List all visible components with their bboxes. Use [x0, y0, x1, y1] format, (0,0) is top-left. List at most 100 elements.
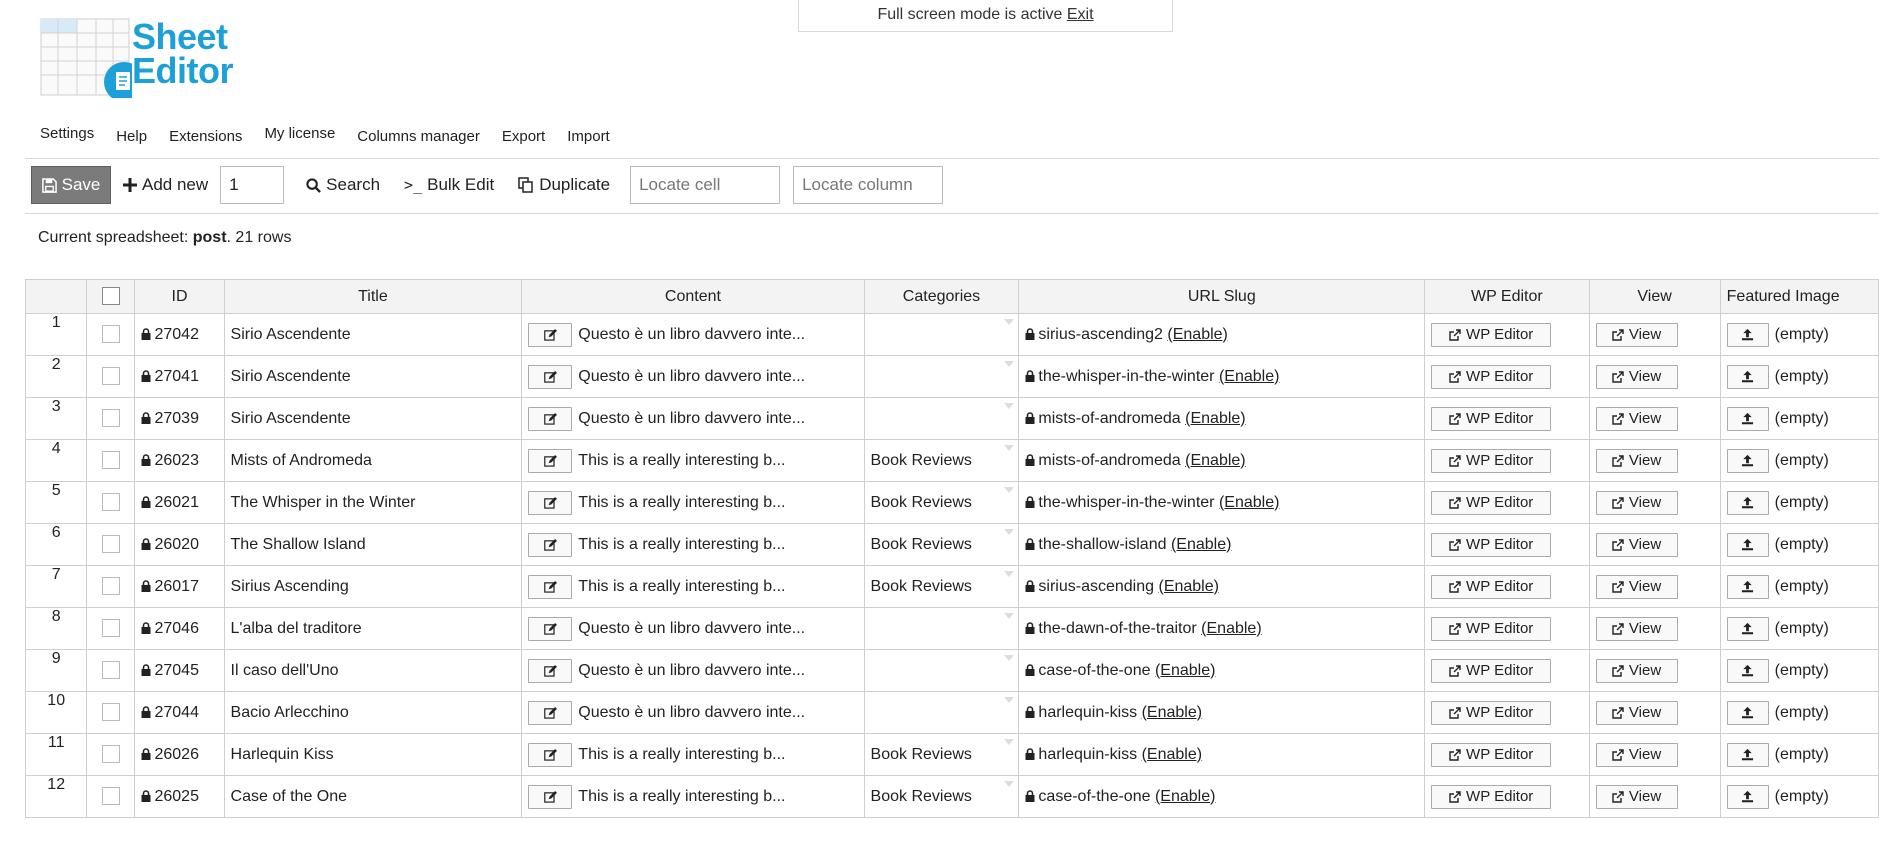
content-cell[interactable]: This is a really interesting b... [521, 733, 865, 776]
url-slug-cell[interactable]: sirius-ascending (Enable) [1018, 565, 1426, 608]
title-cell[interactable]: Sirio Ascendente [223, 313, 523, 356]
categories-cell[interactable] [863, 607, 1020, 650]
enable-slug-link[interactable]: (Enable) [1201, 620, 1261, 637]
row-checkbox[interactable] [101, 577, 120, 596]
categories-cell[interactable]: Book Reviews [863, 733, 1020, 776]
id-cell[interactable]: 27039 [134, 397, 225, 440]
dropdown-arrow-icon[interactable] [1004, 529, 1015, 535]
upload-image-button[interactable] [1726, 406, 1769, 431]
add-new-count-input[interactable] [220, 166, 285, 204]
dropdown-arrow-icon[interactable] [1004, 571, 1015, 577]
url-slug-cell[interactable]: the-shallow-island (Enable) [1018, 523, 1426, 566]
edit-content-button[interactable] [528, 364, 573, 389]
id-cell[interactable]: 27041 [134, 355, 225, 398]
categories-cell[interactable]: Book Reviews [863, 565, 1020, 608]
row-checkbox[interactable] [101, 745, 120, 764]
view-button[interactable]: View [1595, 448, 1678, 473]
url-slug-cell[interactable]: the-whisper-in-the-winter (Enable) [1018, 355, 1426, 398]
wp-editor-button[interactable]: WP Editor [1431, 700, 1552, 725]
view-button[interactable]: View [1595, 406, 1678, 431]
categories-cell[interactable] [863, 691, 1020, 734]
content-cell[interactable]: Questo è un libro davvero inte... [521, 607, 865, 650]
upload-image-button[interactable] [1726, 658, 1769, 683]
menu-extensions[interactable]: Extensions [169, 128, 242, 145]
title-cell[interactable]: Sirio Ascendente [223, 355, 523, 398]
url-slug-cell[interactable]: the-dawn-of-the-traitor (Enable) [1018, 607, 1426, 650]
content-cell[interactable]: Questo è un libro davvero inte... [521, 313, 865, 356]
menu-settings[interactable]: Settings [40, 125, 94, 142]
dropdown-arrow-icon[interactable] [1004, 445, 1015, 451]
id-cell[interactable]: 26023 [134, 439, 225, 482]
locate-cell-input[interactable] [630, 166, 781, 204]
enable-slug-link[interactable]: (Enable) [1155, 788, 1215, 805]
row-checkbox[interactable] [101, 367, 120, 386]
wp-editor-button[interactable]: WP Editor [1431, 658, 1552, 683]
view-button[interactable]: View [1595, 574, 1678, 599]
url-slug-cell[interactable]: sirius-ascending2 (Enable) [1018, 313, 1426, 356]
upload-image-button[interactable] [1726, 616, 1769, 641]
id-cell[interactable]: 26020 [134, 523, 225, 566]
enable-slug-link[interactable]: (Enable) [1142, 746, 1202, 763]
edit-content-button[interactable] [528, 658, 573, 683]
upload-image-button[interactable] [1726, 322, 1769, 347]
id-cell[interactable]: 26026 [134, 733, 225, 776]
id-cell[interactable]: 27044 [134, 691, 225, 734]
title-cell[interactable]: Il caso dell'Uno [223, 649, 523, 692]
row-checkbox[interactable] [101, 535, 120, 554]
edit-content-button[interactable] [528, 616, 573, 641]
categories-cell[interactable]: Book Reviews [863, 439, 1020, 482]
content-cell[interactable]: Questo è un libro davvero inte... [521, 649, 865, 692]
edit-content-button[interactable] [528, 322, 573, 347]
enable-slug-link[interactable]: (Enable) [1185, 410, 1245, 427]
upload-image-button[interactable] [1726, 574, 1769, 599]
view-button[interactable]: View [1595, 532, 1678, 557]
edit-content-button[interactable] [528, 490, 573, 515]
wp-editor-button[interactable]: WP Editor [1431, 406, 1552, 431]
content-cell[interactable]: This is a really interesting b... [521, 523, 865, 566]
categories-cell[interactable] [863, 649, 1020, 692]
url-slug-cell[interactable]: case-of-the-one (Enable) [1018, 649, 1426, 692]
categories-cell[interactable]: Book Reviews [863, 523, 1020, 566]
column-header-categories[interactable]: Categories [863, 279, 1020, 314]
url-slug-cell[interactable]: mists-of-andromeda (Enable) [1018, 397, 1426, 440]
view-button[interactable]: View [1595, 700, 1678, 725]
dropdown-arrow-icon[interactable] [1004, 361, 1015, 367]
id-cell[interactable]: 26021 [134, 481, 225, 524]
wp-editor-button[interactable]: WP Editor [1431, 784, 1552, 809]
enable-slug-link[interactable]: (Enable) [1219, 494, 1279, 511]
view-button[interactable]: View [1595, 742, 1678, 767]
url-slug-cell[interactable]: harlequin-kiss (Enable) [1018, 691, 1426, 734]
menu-export[interactable]: Export [502, 128, 545, 145]
view-button[interactable]: View [1595, 364, 1678, 389]
menu-help[interactable]: Help [116, 128, 147, 145]
wp-editor-button[interactable]: WP Editor [1431, 616, 1552, 641]
url-slug-cell[interactable]: mists-of-andromeda (Enable) [1018, 439, 1426, 482]
dropdown-arrow-icon[interactable] [1004, 319, 1015, 325]
column-header-url-slug[interactable]: URL Slug [1018, 279, 1426, 314]
menu-my-license[interactable]: My license [264, 125, 335, 142]
dropdown-arrow-icon[interactable] [1004, 403, 1015, 409]
content-cell[interactable]: This is a really interesting b... [521, 565, 865, 608]
wp-editor-button[interactable]: WP Editor [1431, 574, 1552, 599]
id-cell[interactable]: 27042 [134, 313, 225, 356]
column-header-wp-editor[interactable]: WP Editor [1424, 279, 1590, 314]
column-header-id[interactable]: ID [134, 279, 225, 314]
row-checkbox[interactable] [101, 619, 120, 638]
id-cell[interactable]: 27045 [134, 649, 225, 692]
wp-editor-button[interactable]: WP Editor [1431, 532, 1552, 557]
title-cell[interactable]: The Whisper in the Winter [223, 481, 523, 524]
bulk-edit-button[interactable]: >_ Bulk Edit [404, 175, 494, 195]
title-cell[interactable]: Sirius Ascending [223, 565, 523, 608]
content-cell[interactable]: Questo è un libro davvero inte... [521, 691, 865, 734]
row-checkbox[interactable] [101, 493, 120, 512]
dropdown-arrow-icon[interactable] [1004, 613, 1015, 619]
content-cell[interactable]: Questo è un libro davvero inte... [521, 355, 865, 398]
id-cell[interactable]: 27046 [134, 607, 225, 650]
edit-content-button[interactable] [528, 574, 573, 599]
upload-image-button[interactable] [1726, 490, 1769, 515]
enable-slug-link[interactable]: (Enable) [1171, 536, 1231, 553]
view-button[interactable]: View [1595, 490, 1678, 515]
column-header-title[interactable]: Title [223, 279, 523, 314]
wp-editor-button[interactable]: WP Editor [1431, 490, 1552, 515]
column-header-content[interactable]: Content [521, 279, 865, 314]
